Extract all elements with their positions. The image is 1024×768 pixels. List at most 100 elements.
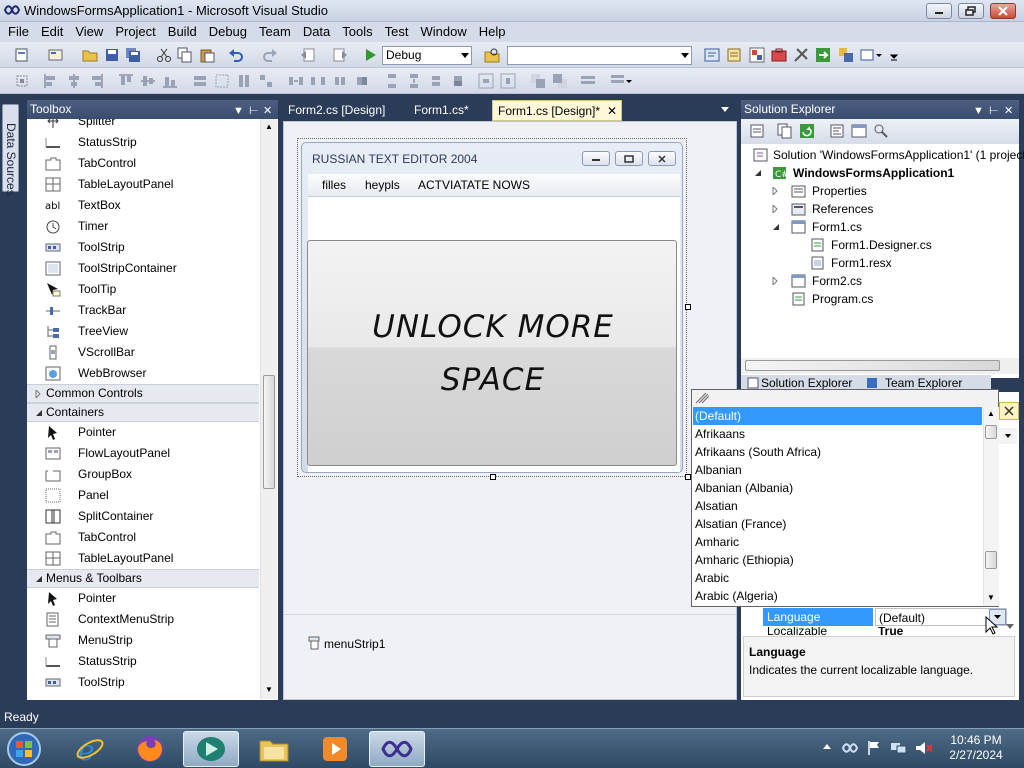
toolbox-item[interactable]: ToolTip bbox=[27, 279, 259, 300]
layout-options-icon[interactable] bbox=[610, 73, 632, 89]
scroll-thumb[interactable] bbox=[985, 425, 997, 439]
language-option[interactable]: Albanian bbox=[693, 461, 982, 479]
resize-grip-icon[interactable] bbox=[695, 392, 709, 404]
toolbox-item[interactable]: FlowLayoutPanel bbox=[27, 443, 259, 464]
view-code-icon[interactable] bbox=[829, 123, 845, 139]
taskbar-firefox[interactable] bbox=[122, 731, 178, 767]
align-centers-icon[interactable] bbox=[66, 73, 82, 89]
scroll-thumb[interactable] bbox=[263, 375, 275, 489]
toolbar-options-icon[interactable] bbox=[890, 47, 906, 63]
designed-form[interactable]: RUSSIAN TEXT EDITOR 2004 filles heypls A… bbox=[297, 138, 691, 480]
scroll-up-icon[interactable]: ▲ bbox=[265, 122, 273, 131]
menu-strip-component[interactable]: menuStrip1 bbox=[324, 637, 385, 651]
toolbox-item[interactable]: ToolStrip bbox=[27, 237, 259, 258]
align-middles-icon[interactable] bbox=[140, 73, 156, 89]
language-option[interactable]: Alsatian bbox=[693, 497, 982, 515]
properties-combo-arrow[interactable] bbox=[999, 428, 1017, 444]
toolbox-item[interactable]: Pointer bbox=[27, 588, 259, 609]
tree-node-form1[interactable]: Form1.cs bbox=[741, 218, 1019, 236]
restore-button[interactable] bbox=[958, 3, 984, 19]
increase-vertical-spacing-icon[interactable] bbox=[406, 73, 422, 89]
toolbox-item[interactable]: TreeView bbox=[27, 321, 259, 342]
unlock-space-button[interactable]: UNLOCK MORE SPACE bbox=[307, 240, 677, 466]
language-option[interactable]: Alsatian (France) bbox=[693, 515, 982, 533]
properties-scroll-down[interactable] bbox=[1004, 620, 1016, 632]
remove-horizontal-spacing-icon[interactable] bbox=[354, 73, 370, 89]
taskbar-file-explorer[interactable] bbox=[246, 731, 302, 767]
decrease-horizontal-spacing-icon[interactable] bbox=[332, 73, 348, 89]
property-row-language[interactable]: Language (Default) bbox=[763, 608, 1013, 635]
align-to-grid-icon[interactable] bbox=[14, 73, 30, 89]
language-option[interactable]: Afrikaans (South Africa) bbox=[693, 443, 982, 461]
open-file-icon[interactable] bbox=[82, 47, 98, 63]
action-center-flag-icon[interactable] bbox=[867, 740, 881, 756]
form-minimize-button[interactable] bbox=[582, 151, 610, 166]
menu-data[interactable]: Data bbox=[297, 22, 336, 42]
tab-form1-design[interactable]: Form1.cs [Design]* ✕ bbox=[492, 100, 622, 121]
tab-form1-code[interactable]: Form1.cs* bbox=[409, 100, 489, 121]
menu-file[interactable]: File bbox=[2, 22, 35, 42]
language-option[interactable]: Amharic bbox=[693, 533, 982, 551]
smart-tag-close-button[interactable] bbox=[999, 402, 1019, 420]
toolbox-item[interactable]: StatusStrip bbox=[27, 132, 259, 153]
navigate-forward-icon[interactable] bbox=[332, 47, 348, 63]
collapse-arrow-icon[interactable] bbox=[754, 169, 762, 177]
center-vertically-icon[interactable] bbox=[500, 73, 516, 89]
menu-debug[interactable]: Debug bbox=[203, 22, 253, 42]
form-close-button[interactable] bbox=[648, 151, 676, 166]
scroll-thumb[interactable] bbox=[745, 360, 1000, 371]
language-option[interactable]: (Default) bbox=[693, 407, 982, 425]
menu-edit[interactable]: Edit bbox=[35, 22, 69, 42]
toolbox-group-menus-toolbars[interactable]: Menus & Toolbars bbox=[27, 569, 259, 588]
expand-arrow-icon[interactable] bbox=[772, 277, 778, 285]
toolbox-scrollbar[interactable]: ▲ ▼ bbox=[260, 119, 277, 699]
extensions-icon[interactable] bbox=[793, 47, 809, 63]
toolbox-item[interactable]: TabControl bbox=[27, 153, 259, 174]
refresh-icon[interactable] bbox=[799, 123, 815, 139]
make-same-width-icon[interactable] bbox=[192, 73, 208, 89]
tree-solution[interactable]: Solution 'WindowsFormsApplication1' (1 p… bbox=[741, 146, 1024, 164]
start-debugging-icon[interactable] bbox=[362, 47, 378, 63]
redo-icon[interactable] bbox=[262, 47, 278, 63]
data-sources-tab[interactable]: Data Sources bbox=[2, 104, 19, 196]
minimize-button[interactable] bbox=[926, 3, 952, 19]
menu-build[interactable]: Build bbox=[162, 22, 203, 42]
scroll-up-icon[interactable]: ▲ bbox=[987, 409, 995, 418]
form-menu-item[interactable]: heypls bbox=[365, 174, 400, 196]
toolbox-item[interactable]: ToolStrip bbox=[27, 672, 259, 693]
vertical-spacing-icon[interactable] bbox=[384, 73, 400, 89]
tree-node-form2[interactable]: Form2.cs bbox=[741, 272, 1019, 290]
toolbox-item[interactable]: TableLayoutPanel bbox=[27, 174, 259, 195]
decrease-vertical-spacing-icon[interactable] bbox=[428, 73, 444, 89]
active-files-dropdown-icon[interactable] bbox=[720, 105, 730, 113]
center-horizontally-icon[interactable] bbox=[478, 73, 494, 89]
language-option[interactable]: Arabic (Algeria) bbox=[693, 587, 982, 605]
send-to-back-icon[interactable] bbox=[552, 73, 568, 89]
add-item-icon[interactable] bbox=[48, 47, 64, 63]
menu-window[interactable]: Window bbox=[414, 22, 472, 42]
tab-order-icon[interactable] bbox=[580, 73, 596, 89]
bring-to-front-icon[interactable] bbox=[530, 73, 546, 89]
tree-node-properties[interactable]: Properties bbox=[741, 182, 1019, 200]
toolbox-window-icon[interactable] bbox=[771, 47, 787, 63]
taskbar-internet-explorer[interactable]: e bbox=[62, 731, 118, 767]
save-all-icon[interactable] bbox=[125, 47, 141, 63]
menu-test[interactable]: Test bbox=[379, 22, 415, 42]
align-lefts-icon[interactable] bbox=[43, 73, 59, 89]
find-combo[interactable] bbox=[507, 46, 692, 65]
taskbar-media-player[interactable] bbox=[307, 731, 363, 767]
align-rights-icon[interactable] bbox=[88, 73, 104, 89]
add-item-dropdown-icon[interactable] bbox=[860, 47, 882, 63]
network-icon[interactable] bbox=[890, 740, 908, 756]
horizontal-spacing-icon[interactable] bbox=[288, 73, 304, 89]
toolbox-item[interactable]: GroupBox bbox=[27, 464, 259, 485]
toolbox-item[interactable]: Splitter bbox=[27, 119, 259, 132]
view-designer-icon[interactable] bbox=[851, 123, 867, 139]
undo-icon[interactable] bbox=[228, 47, 244, 63]
toolbox-item[interactable]: TableLayoutPanel bbox=[27, 548, 259, 569]
toolbox-item[interactable]: ContextMenuStrip bbox=[27, 609, 259, 630]
expand-arrow-icon[interactable] bbox=[772, 187, 778, 195]
navigate-backward-icon[interactable] bbox=[300, 47, 316, 63]
remove-vertical-spacing-icon[interactable] bbox=[450, 73, 466, 89]
copy-icon[interactable] bbox=[177, 47, 193, 63]
